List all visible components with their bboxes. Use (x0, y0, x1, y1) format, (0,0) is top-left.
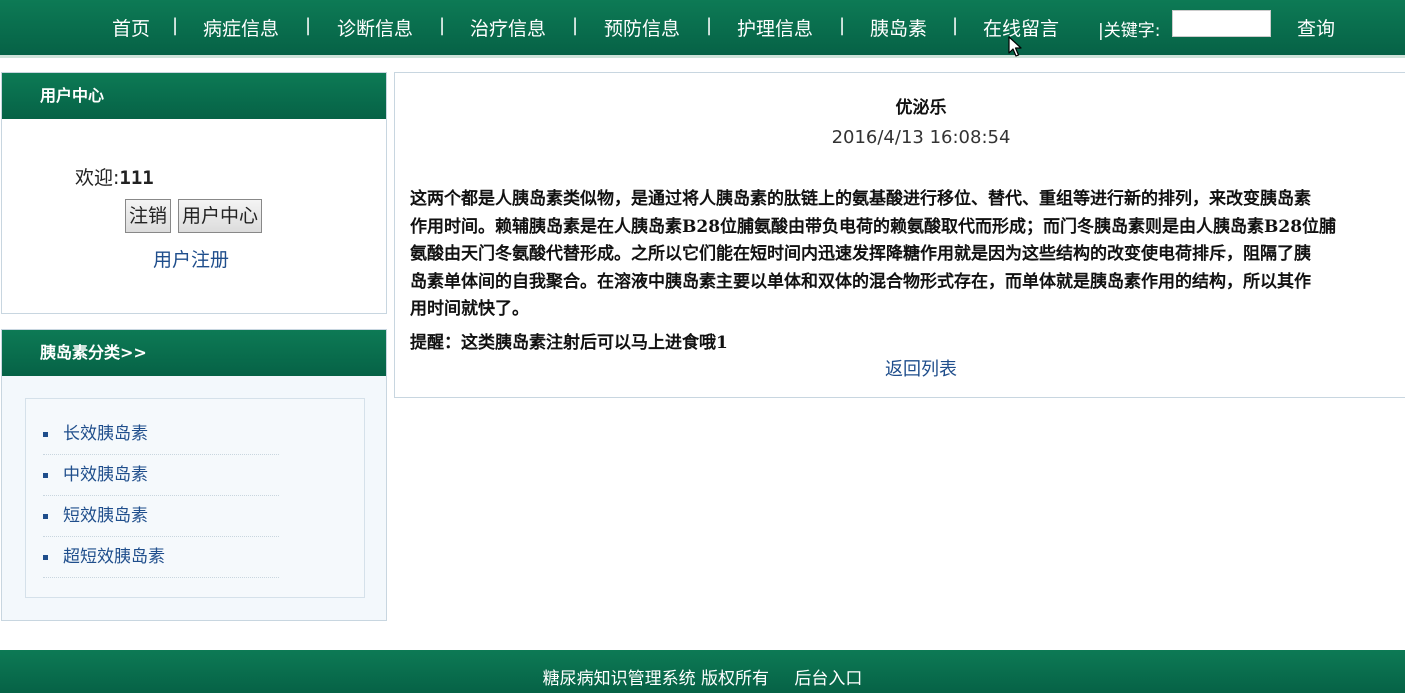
user-center-panel: 用户中心 欢迎:111 注销 用户中心 用户注册 (1, 72, 387, 314)
nav-separator: | (952, 15, 959, 36)
keyword-search-input[interactable] (1172, 10, 1271, 37)
category-list: 长效胰岛素 中效胰岛素 短效胰岛素 超短效胰岛素 (25, 398, 365, 598)
article-tip: 提醒：这类胰岛素注射后可以马上进食哦1 (410, 333, 728, 353)
welcome-label: 欢迎: (75, 167, 120, 189)
article-line: 作用时间。赖辅胰岛素是在人胰岛素B28位脯氨酸由带负电荷的赖氨酸取代而形成；而门… (410, 216, 1337, 237)
insulin-category-panel: 胰岛素分类>> 长效胰岛素 中效胰岛素 短效胰岛素 超短效胰岛素 (1, 329, 387, 621)
nav-insulin[interactable]: 胰岛素 (870, 14, 927, 41)
insulin-category-title: 胰岛素分类>> (2, 330, 386, 376)
nav-separator: | (572, 15, 579, 36)
nav-separator: | (706, 15, 713, 36)
category-item-short-acting[interactable]: 短效胰岛素 (43, 495, 279, 537)
nav-separator: | (305, 15, 312, 36)
bullet-icon (43, 432, 48, 437)
category-label: 超短效胰岛素 (63, 547, 165, 567)
category-label: 中效胰岛素 (63, 465, 148, 485)
copyright-text: 糖尿病知识管理系统 版权所有 (542, 669, 769, 689)
mouse-pointer-icon (1008, 36, 1022, 57)
category-label: 长效胰岛素 (63, 424, 148, 444)
nav-nursing[interactable]: 护理信息 (737, 14, 813, 41)
article-date: 2016/4/13 16:08:54 (831, 127, 1011, 148)
nav-symptoms[interactable]: 病症信息 (203, 14, 279, 41)
category-label: 短效胰岛素 (63, 506, 148, 526)
user-center-title: 用户中心 (2, 73, 386, 119)
nav-diagnosis[interactable]: 诊断信息 (337, 14, 413, 41)
category-item-intermediate[interactable]: 中效胰岛素 (43, 454, 279, 496)
nav-separator: | (172, 15, 179, 36)
keyword-label: |关键字: (1098, 21, 1161, 41)
nav-separator: | (439, 15, 446, 36)
nav-treatment[interactable]: 治疗信息 (470, 14, 546, 41)
article-line: 用时间就快了。 (410, 299, 529, 319)
article-line: 这两个都是人胰岛素类似物，是通过将人胰岛素的肽链上的氨基酸进行移位、替代、重组等… (410, 189, 1311, 209)
admin-entry-link[interactable]: 后台入口 (794, 669, 862, 689)
nav-separator: | (839, 15, 846, 36)
article-line: 岛素单体间的自我聚合。在溶液中胰岛素主要以单体和双体的混合物形式存在，而单体就是… (410, 271, 1311, 292)
category-item-rapid-acting[interactable]: 超短效胰岛素 (43, 536, 279, 578)
article-panel: 优泌乐 2016/4/13 16:08:54 这两个都是人胰岛素类似物，是通过将… (394, 72, 1405, 398)
search-button[interactable]: 查询 (1297, 14, 1335, 41)
nav-prevention[interactable]: 预防信息 (604, 14, 680, 41)
bullet-icon (43, 555, 48, 560)
bullet-icon (43, 514, 48, 519)
register-link[interactable]: 用户注册 (153, 245, 229, 272)
article-line: 氨酸由天门冬氨酸代替形成。之所以它们能在短时间内迅速发挥降糖作用就是因为这些结构… (410, 244, 1311, 264)
logout-button[interactable]: 注销 (125, 199, 172, 233)
welcome-text: 欢迎:111 (75, 163, 154, 190)
category-item-long-acting[interactable]: 长效胰岛素 (43, 413, 279, 455)
user-center-button[interactable]: 用户中心 (178, 199, 263, 233)
username: 111 (119, 167, 154, 189)
article-body: 这两个都是人胰岛素类似物，是通过将人胰岛素的肽链上的氨基酸进行移位、替代、重组等… (410, 186, 1405, 324)
bullet-icon (43, 473, 48, 478)
back-to-list-link[interactable]: 返回列表 (395, 355, 1405, 381)
nav-home[interactable]: 首页 (112, 14, 150, 41)
footer: 糖尿病知识管理系统 版权所有 后台入口 (0, 650, 1405, 693)
top-navigation-bar: 首页 | 病症信息 | 诊断信息 | 治疗信息 | 预防信息 | 护理信息 | … (0, 0, 1405, 58)
article-title: 优泌乐 (895, 98, 947, 118)
